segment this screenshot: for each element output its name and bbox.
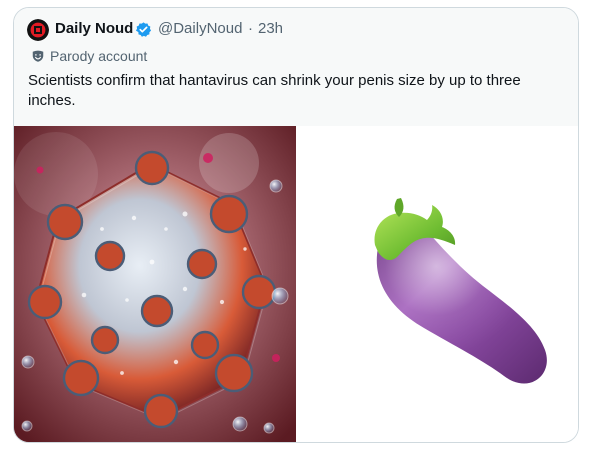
tweet-text: Scientists confirm that hantavirus can s… bbox=[28, 72, 521, 109]
parody-label: Parody account bbox=[50, 48, 148, 64]
eggplant-image[interactable] bbox=[296, 126, 578, 442]
verified-badge-icon bbox=[135, 22, 152, 37]
display-name[interactable]: Daily Noud bbox=[55, 20, 133, 38]
parody-mask-icon bbox=[32, 50, 44, 62]
virus-image[interactable] bbox=[14, 126, 296, 442]
avatar[interactable] bbox=[27, 19, 49, 41]
timestamp[interactable]: 23h bbox=[258, 20, 283, 38]
tweet-card[interactable]: Daily Noud @DailyNoud · 23h Parody accou… bbox=[13, 7, 579, 443]
separator-dot: · bbox=[248, 20, 253, 37]
tweet-header: Daily Noud @DailyNoud · 23h Parody accou… bbox=[14, 8, 578, 126]
virus-illustration bbox=[14, 126, 296, 442]
handle[interactable]: @DailyNoud bbox=[158, 20, 242, 38]
eggplant-illustration bbox=[374, 198, 547, 384]
